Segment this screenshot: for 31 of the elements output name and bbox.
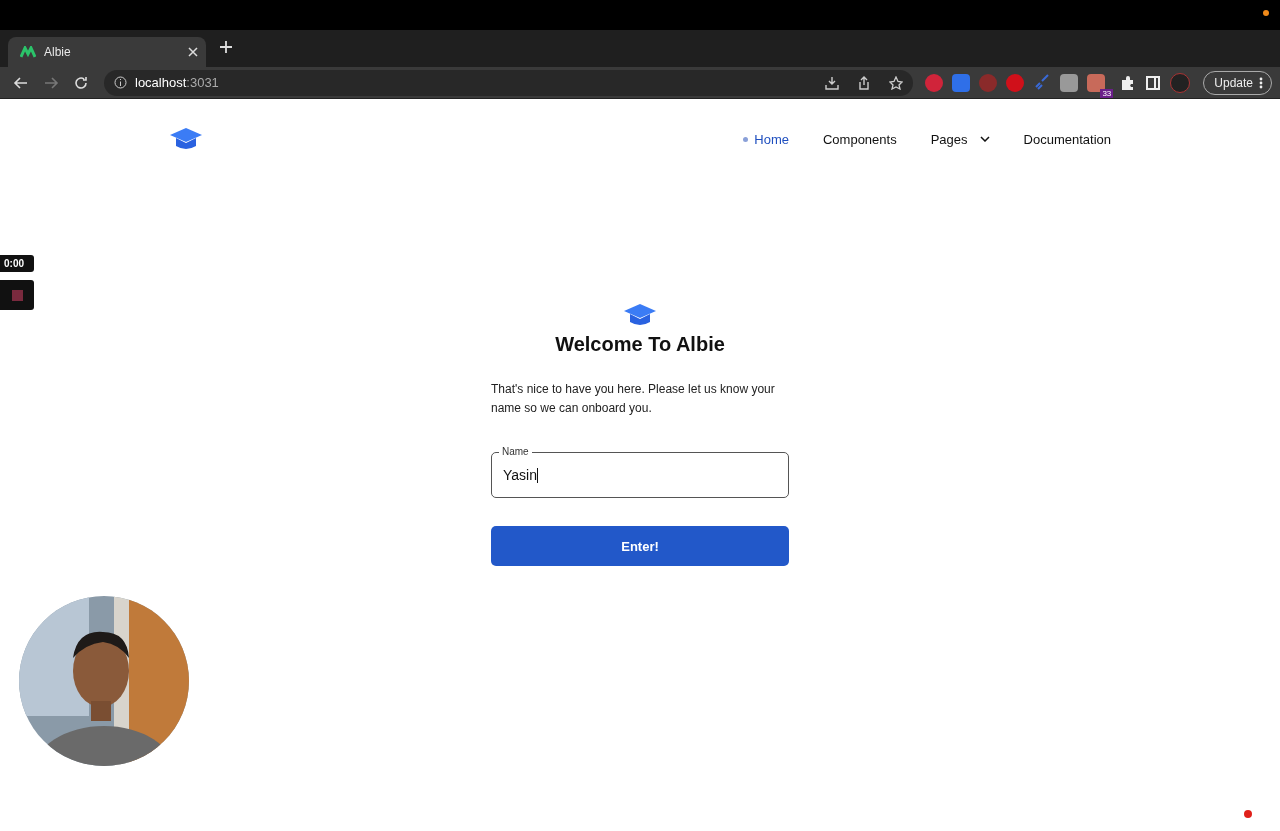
notification-dot [1263, 10, 1269, 16]
favicon-icon [20, 46, 36, 58]
nav-link[interactable]: Components [822, 131, 897, 147]
reload-icon[interactable] [73, 74, 89, 91]
close-icon[interactable] [188, 47, 198, 57]
sidebar-icon[interactable] [1145, 74, 1162, 91]
forward-arrow-icon[interactable] [43, 74, 59, 91]
info-icon [114, 76, 127, 89]
new-tab-icon[interactable] [220, 40, 232, 53]
welcome-title: Welcome To Albie [555, 333, 725, 356]
extension-icon[interactable] [1060, 73, 1079, 92]
graduation-cap-icon [623, 303, 657, 327]
nav-link[interactable]: Home [743, 131, 789, 147]
extension-badge: 33 [1100, 88, 1114, 98]
back-arrow-icon[interactable] [13, 74, 29, 91]
enter-button[interactable]: Enter! [491, 526, 789, 566]
recording-dot [1244, 810, 1252, 818]
address-bar[interactable]: localhost:3031 [104, 69, 914, 96]
recording-timer: 0:00 [0, 255, 34, 272]
welcome-text: That's nice to have you here. Please let us know your name so we can onboard you. [491, 381, 776, 417]
url-text: localhost:3031 [135, 75, 219, 90]
download-icon[interactable] [825, 75, 840, 90]
nav-link[interactable]: Pages [930, 131, 990, 147]
more-icon[interactable] [1259, 76, 1263, 89]
browser-tab[interactable]: Albie [8, 37, 206, 67]
chevron-down-icon [979, 136, 990, 142]
nav-link[interactable]: Documentation [1023, 131, 1111, 147]
star-icon[interactable] [889, 75, 904, 90]
share-icon[interactable] [857, 75, 872, 90]
extension-icon[interactable] [1087, 73, 1106, 92]
logo-icon [169, 127, 203, 151]
